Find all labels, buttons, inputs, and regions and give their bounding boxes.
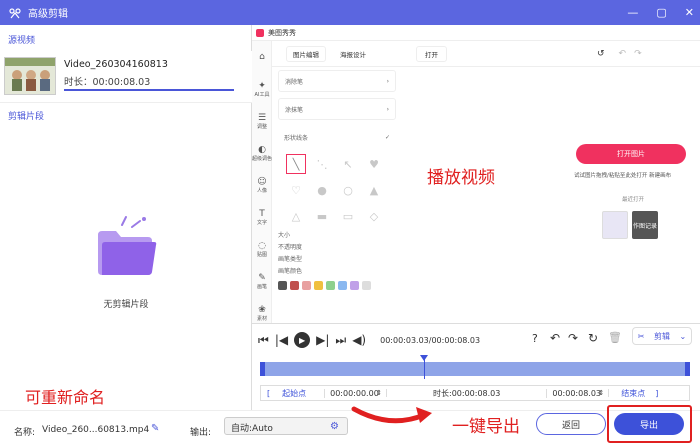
tab-poster-design[interactable]: 海报设计 <box>340 49 366 59</box>
empty-clips-text: 无剪辑片段 <box>103 300 149 310</box>
tab-image-edit[interactable]: 图片编辑 <box>286 45 326 62</box>
name-field[interactable]: Video_260...60813.mp4 <box>42 425 149 435</box>
redo-icon[interactable]: ↷ <box>634 49 642 59</box>
play-button-icon[interactable]: ▶ <box>294 332 311 348</box>
slider-brush-type[interactable]: 画笔类型 <box>278 254 396 266</box>
rail-adjust[interactable]: ☰ 调整 <box>252 105 272 137</box>
playhead[interactable] <box>424 357 425 379</box>
clips-header: 剪辑片段 <box>8 112 45 122</box>
export-annotation: 一键导出 <box>452 417 520 437</box>
gear-icon[interactable]: ⚙ <box>330 421 339 432</box>
rail-text[interactable]: T 文字 <box>252 201 272 233</box>
rail-color[interactable]: ◐ 超级调色 <box>252 137 272 169</box>
editor-tool-rail: ⌂ ✦ AI工具 ☰ 调整 ◐ 超级调色 ☺ 人像 T 文字 ◌ 贴图 ✎ 画笔 ❀ 素材 <box>252 41 272 323</box>
close-button[interactable]: ✕ <box>685 6 694 19</box>
slider-opacity[interactable]: 不透明度 <box>278 242 396 254</box>
editor-tabbar: 图片编辑 海报设计 打开 ↺ ↶ ↷ <box>272 41 700 67</box>
scissors-icon: ✂ <box>637 331 645 341</box>
refresh-icon[interactable]: ↻ <box>588 331 598 345</box>
end-time-input[interactable]: 00:00:08.03 <box>546 388 601 398</box>
range-row: [ 起始点 00:00:00.00 ⇕ 时长:00:00:08.03 00:00… <box>260 385 690 401</box>
editor-app-name: 美图秀秀 <box>268 28 296 37</box>
name-label: 名称: <box>14 428 36 438</box>
history-icon[interactable]: ↺ <box>597 49 605 59</box>
title-bar: 高级剪辑 — ▢ ✕ <box>0 0 700 25</box>
triangle-outline-icon[interactable]: △ <box>286 206 306 226</box>
shape-grid: ╲ ⋱ ↖ ♥ ♡ ● ○ ▲ △ ▬ ▭ ◇ <box>286 154 388 226</box>
home-icon[interactable]: ⌂ <box>252 41 272 73</box>
timeline-track[interactable] <box>260 362 690 376</box>
circle-outline-icon[interactable]: ○ <box>338 180 358 200</box>
video-name: Video_260304160813 <box>64 59 168 70</box>
end-point-button[interactable]: 结束点 <box>621 388 645 399</box>
back-button[interactable]: 返回 <box>536 413 606 435</box>
start-point-button[interactable]: 起始点 <box>282 388 306 399</box>
chevron-down-icon: ⌄ <box>679 331 687 341</box>
help-icon[interactable]: ? <box>532 332 538 345</box>
pencil-icon[interactable]: ✎ <box>151 423 159 434</box>
left-panel: 源视频 Video_260304160813 时长：00:00:08.03 剪辑… <box>0 25 252 410</box>
editor-topbar: 美图秀秀 <box>252 25 700 41</box>
app-logo-icon <box>256 28 264 37</box>
maximize-button[interactable]: ▢ <box>656 6 666 19</box>
output-label: 输出: <box>190 428 212 438</box>
skip-start-icon[interactable]: ⏮ <box>258 333 269 348</box>
rail-ai-tools[interactable]: ✦ AI工具 <box>252 73 272 105</box>
recent-thumbnail-2[interactable]: 作图记录 <box>632 211 658 239</box>
playback-controls: ⏮ |◀ ▶ ▶| ⏭ ◀) 00:00:03.03/00:00:08.03 ?… <box>252 323 700 410</box>
slider-size[interactable]: 大小 <box>278 230 396 242</box>
end-time-stepper[interactable]: ⇕ <box>598 389 610 397</box>
step-back-icon[interactable]: |◀ <box>275 333 288 347</box>
panel-eraser[interactable]: 消除笔 › <box>278 70 396 92</box>
skip-end-icon[interactable]: ⏭ <box>335 333 346 348</box>
dashed-line-icon[interactable]: ⋱ <box>312 154 332 174</box>
line-shape-icon[interactable]: ╲ <box>286 154 306 174</box>
source-video-item[interactable]: Video_260304160813 时长：00:00:08.03 <box>0 51 252 103</box>
heart-shape-icon[interactable]: ♥ <box>364 154 384 174</box>
slider-brush-color[interactable]: 画笔颜色 <box>278 266 396 278</box>
volume-icon[interactable]: ◀) <box>352 333 366 347</box>
rect-shape-icon[interactable]: ▬ <box>312 206 332 226</box>
undo-icon[interactable]: ↶ <box>619 49 627 59</box>
redo-icon[interactable]: ↷ <box>568 331 578 345</box>
duration-display: 时长:00:00:08.03 <box>433 388 501 398</box>
annotation-arrow <box>351 406 432 424</box>
editor-tool-panel: 消除笔 › 涂抹笔 › 形状线条 ✓ ╲ ⋱ ↖ ♥ ♡ ● ○ ▲ △ ▬ ▭ ◇ … <box>278 70 396 320</box>
triangle-shape-icon[interactable]: ▲ <box>364 180 384 200</box>
panel-smudge[interactable]: 涂抹笔 › <box>278 98 396 120</box>
arrow-shape-icon[interactable]: ↖ <box>338 154 358 174</box>
source-video-header: 源视频 <box>8 36 36 46</box>
color-swatches[interactable] <box>278 281 396 290</box>
rail-portrait[interactable]: ☺ 人像 <box>252 169 272 201</box>
preview-area: 美图秀秀 ⌂ ✦ AI工具 ☰ 调整 ◐ 超级调色 ☺ 人像 T 文字 ◌ 贴图 ✎ 画笔 ❀… <box>252 25 700 323</box>
rail-sticker[interactable]: ◌ 贴图 <box>252 233 272 265</box>
open-menu[interactable]: 打开 <box>416 45 447 62</box>
time-display: 00:00:03.03/00:00:08.03 <box>380 335 481 345</box>
empty-folder-icon <box>86 215 166 287</box>
undo-icon[interactable]: ↶ <box>550 331 560 345</box>
rename-annotation: 可重新命名 <box>25 388 106 407</box>
minimize-button[interactable]: — <box>627 6 638 19</box>
step-forward-icon[interactable]: ▶| <box>316 333 329 347</box>
export-highlight-box <box>607 405 692 443</box>
rail-brush[interactable]: ✎ 画笔 <box>252 265 272 297</box>
play-video-annotation: 播放视频 <box>427 168 495 188</box>
rect-outline-icon[interactable]: ▭ <box>338 206 358 226</box>
open-image-button[interactable]: 打开图片 <box>576 144 686 164</box>
diamond-shape-icon[interactable]: ◇ <box>364 206 384 226</box>
edit-button[interactable]: ✂ 剪辑 ⌄ <box>632 327 692 345</box>
delete-icon[interactable]: 🗑 <box>608 331 622 344</box>
open-image-tip: 试试图片拖拽/粘贴至此处打开 新建画布 <box>574 173 672 179</box>
video-duration: 时长：00:00:08.03 <box>64 77 151 88</box>
video-progress-bar <box>64 89 234 91</box>
video-thumbnail <box>4 57 56 95</box>
circle-shape-icon[interactable]: ● <box>312 180 332 200</box>
window-title: 高级剪辑 <box>28 9 68 20</box>
heart-outline-icon[interactable]: ♡ <box>286 180 306 200</box>
panel-shapes[interactable]: 形状线条 ✓ <box>278 126 396 148</box>
recent-label: 最近打开 <box>622 197 645 203</box>
recent-thumbnail-1[interactable] <box>602 211 628 239</box>
app-logo-icon <box>8 6 22 20</box>
